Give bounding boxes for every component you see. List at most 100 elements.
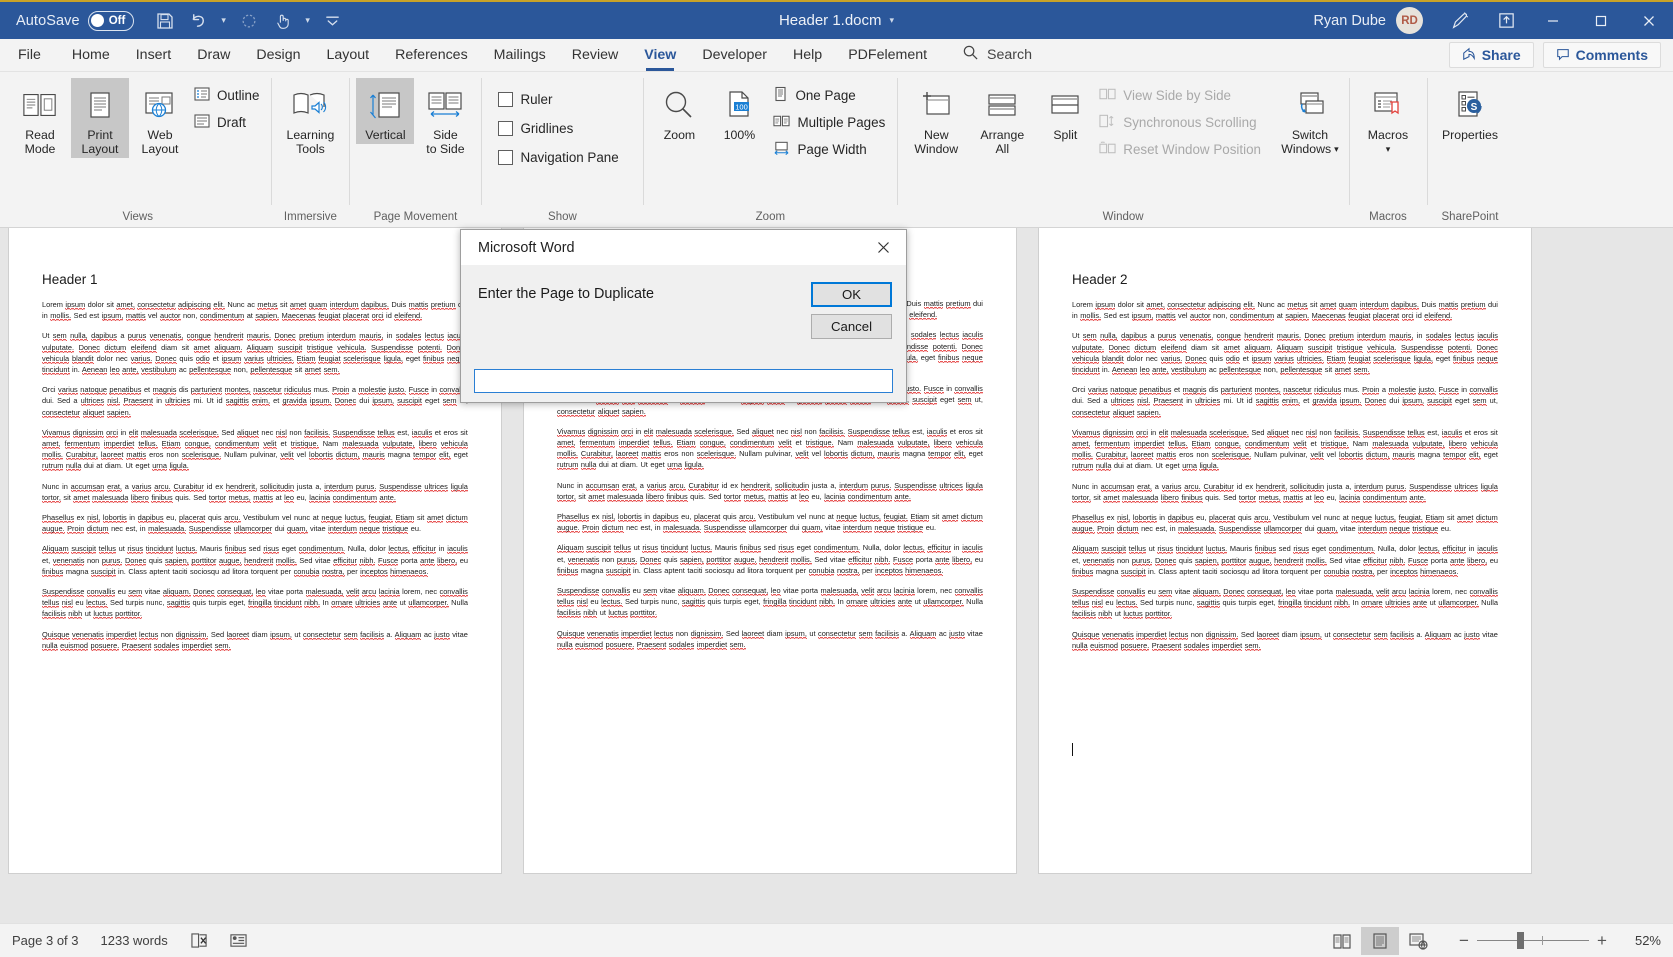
one-page-button[interactable]: One Page — [770, 83, 890, 108]
dialog-ok-button[interactable]: OK — [811, 282, 892, 307]
navigation-pane-checkbox-row[interactable]: Navigation Pane — [495, 145, 623, 170]
vertical-button[interactable]: Vertical — [356, 78, 415, 144]
switch-windows-button[interactable]: Switch Windows ▾ — [1278, 78, 1342, 158]
maximize-button[interactable] — [1577, 1, 1625, 40]
outline-button[interactable]: Outline — [191, 83, 264, 108]
ribbon-group-zoom: Zoom 100 100% One Page Multiple Pages Pa… — [643, 72, 897, 227]
word-count[interactable]: 1233 words — [101, 933, 168, 948]
macros-button[interactable]: Macros ▾ — [1356, 78, 1420, 158]
tab-design[interactable]: Design — [243, 39, 313, 71]
web-layout-button[interactable]: Web Layout — [131, 78, 189, 158]
title-bar-right: Ryan Dube RD — [1313, 1, 1673, 40]
redo-icon[interactable] — [232, 4, 266, 38]
save-icon[interactable] — [148, 4, 182, 38]
checkbox-icon[interactable] — [498, 121, 514, 136]
checkbox-icon[interactable] — [498, 92, 514, 107]
search-placeholder: Search — [987, 47, 1032, 63]
search-box[interactable]: Search — [962, 39, 1032, 71]
side-to-side-button[interactable]: Side to Side — [416, 78, 474, 158]
learning-tools-button[interactable]: Learning Tools — [278, 78, 342, 158]
tab-file[interactable]: File — [0, 39, 59, 71]
read-mode-view-button[interactable] — [1323, 927, 1361, 955]
page-indicator[interactable]: Page 3 of 3 — [12, 933, 79, 948]
zoom-slider-thumb[interactable] — [1517, 932, 1525, 949]
tab-draw[interactable]: Draw — [184, 39, 243, 71]
tab-mailings[interactable]: Mailings — [481, 39, 559, 71]
avatar[interactable]: RD — [1396, 7, 1423, 34]
draft-icon — [194, 113, 210, 132]
switch-windows-icon — [1292, 82, 1328, 128]
document-title-dropdown-icon[interactable]: ▾ — [890, 15, 895, 26]
touch-mode-icon[interactable] — [266, 4, 300, 38]
tab-review[interactable]: Review — [559, 39, 632, 71]
ribbon-display-options-icon[interactable] — [1483, 1, 1529, 40]
tab-layout[interactable]: Layout — [314, 39, 383, 71]
read-mode-button[interactable]: Read Mode — [11, 78, 69, 158]
zoom-100-button[interactable]: 100 100% — [710, 78, 768, 144]
customize-qat-icon[interactable] — [316, 4, 350, 38]
close-button[interactable] — [1625, 1, 1673, 40]
dialog-close-button[interactable] — [861, 230, 906, 265]
page-width-button[interactable]: Page Width — [770, 137, 890, 162]
read-mode-label-1: Read — [25, 128, 55, 142]
new-window-button[interactable]: New Window — [904, 78, 968, 158]
tab-label: Mailings — [493, 47, 546, 63]
window-small-column: View Side by Side Synchronous Scrolling … — [1096, 78, 1266, 162]
chevron-down-icon[interactable]: ▾ — [1386, 142, 1391, 156]
tab-developer[interactable]: Developer — [689, 39, 780, 71]
share-button[interactable]: Share — [1448, 42, 1534, 68]
tab-references[interactable]: References — [382, 39, 481, 71]
arrange-all-button[interactable]: Arrange All — [970, 78, 1034, 158]
tab-insert[interactable]: Insert — [123, 39, 184, 71]
web-layout-view-button[interactable] — [1399, 927, 1437, 955]
accessibility-icon[interactable] — [229, 932, 248, 949]
paragraph: Nunc in accumsan erat, a varius arcu. Cu… — [557, 480, 983, 503]
duplicate-page-dialog: Microsoft Word Enter the Page to Duplica… — [460, 229, 907, 403]
minimize-button[interactable] — [1529, 1, 1577, 40]
tab-help[interactable]: Help — [780, 39, 835, 71]
undo-icon[interactable] — [182, 4, 216, 38]
autosave-toggle[interactable]: Off — [87, 10, 134, 31]
properties-button[interactable]: S Properties — [1434, 78, 1506, 144]
tab-label: File — [18, 47, 41, 63]
document-page[interactable]: Header 1 Lorem ipsum dolor sit amet, cons… — [9, 228, 501, 873]
print-layout-view-button[interactable] — [1361, 926, 1399, 955]
zoom-button[interactable]: Zoom — [650, 78, 708, 144]
touch-mode-dropdown-icon[interactable]: ▾ — [300, 4, 316, 38]
one-page-label: One Page — [795, 88, 856, 103]
paragraph: Lorem ipsum dolor sit amet, consectetur … — [42, 300, 468, 322]
draft-button[interactable]: Draft — [191, 110, 264, 135]
avatar-initials: RD — [1401, 14, 1418, 27]
tab-home[interactable]: Home — [59, 39, 123, 71]
ruler-checkbox-row[interactable]: Ruler — [495, 87, 623, 112]
print-layout-label-1: Print — [87, 128, 113, 142]
share-label: Share — [1481, 47, 1521, 63]
zoom-slider[interactable] — [1477, 931, 1589, 951]
synchronous-scrolling-button: Synchronous Scrolling — [1096, 110, 1266, 135]
paragraph: Orci varius natoque penatibus et magnis … — [42, 385, 468, 418]
paragraph: Vivamus dignissim orci in elit malesuada… — [557, 426, 983, 471]
dialog-title: Microsoft Word — [478, 239, 575, 256]
checkbox-icon[interactable] — [498, 150, 514, 165]
zoom-out-button[interactable]: − — [1451, 931, 1477, 951]
ribbon-group-macros: Macros ▾ Macros — [1348, 72, 1427, 227]
tab-pdfelement[interactable]: PDFelement — [835, 39, 940, 71]
multiple-pages-button[interactable]: Multiple Pages — [770, 110, 890, 135]
learning-tools-label-1: Learning — [286, 128, 335, 142]
dialog-cancel-button[interactable]: Cancel — [811, 314, 892, 339]
chevron-down-icon[interactable]: ▾ — [1334, 142, 1339, 156]
print-layout-button[interactable]: Print Layout — [71, 78, 129, 158]
learning-tools-icon — [291, 82, 329, 128]
proofing-errors-icon[interactable] — [190, 932, 209, 949]
split-button[interactable]: Split — [1036, 78, 1094, 144]
dialog-page-input[interactable] — [474, 369, 893, 393]
undo-dropdown-icon[interactable]: ▾ — [216, 4, 232, 38]
zoom-in-button[interactable]: + — [1589, 931, 1615, 951]
tab-view[interactable]: View — [631, 39, 689, 71]
zoom-level-label[interactable]: 52% — [1627, 933, 1661, 948]
comments-button[interactable]: Comments — [1542, 42, 1661, 68]
gridlines-checkbox-row[interactable]: Gridlines — [495, 116, 623, 141]
ink-pen-icon[interactable] — [1437, 1, 1483, 40]
paragraph: Phasellus ex nisl, lobortis in dapibus e… — [1072, 513, 1498, 535]
document-page[interactable]: Header 2 Lorem ipsum dolor sit amet, cons… — [1039, 228, 1531, 873]
